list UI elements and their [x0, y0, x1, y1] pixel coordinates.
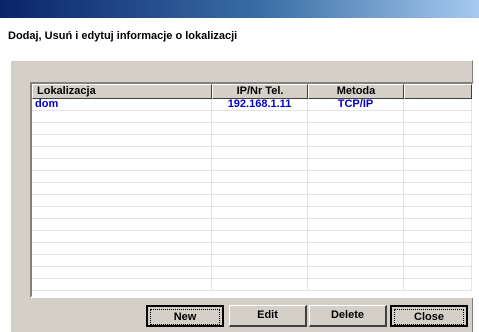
- cell-location: dom: [32, 99, 212, 110]
- empty-cell: [32, 123, 212, 134]
- new-button-label: New: [150, 309, 220, 325]
- empty-cell: [212, 195, 308, 206]
- empty-row: [32, 255, 472, 267]
- empty-cell: [308, 111, 404, 122]
- column-header-address[interactable]: IP/Nr Tel.: [212, 84, 308, 99]
- empty-cell: [212, 231, 308, 242]
- empty-cell: [308, 243, 404, 254]
- edit-button[interactable]: Edit: [229, 305, 307, 327]
- empty-cell: [212, 171, 308, 182]
- empty-cell: [308, 183, 404, 194]
- empty-cell: [308, 279, 404, 290]
- empty-row: [32, 219, 472, 231]
- empty-cell: [212, 159, 308, 170]
- column-header-location[interactable]: Lokalizacja: [32, 84, 212, 99]
- list-body: dom 192.168.1.11 TCP/IP: [32, 99, 472, 291]
- empty-row: [32, 195, 472, 207]
- empty-cell: [404, 195, 472, 206]
- column-header-extra[interactable]: [404, 84, 472, 99]
- empty-cell: [32, 279, 212, 290]
- empty-cell: [212, 279, 308, 290]
- empty-row: [32, 279, 472, 291]
- empty-cell: [32, 207, 212, 218]
- new-button[interactable]: New: [146, 305, 224, 327]
- empty-cell: [404, 255, 472, 266]
- delete-button[interactable]: Delete: [309, 305, 387, 327]
- empty-cell: [212, 207, 308, 218]
- cell-extra: [404, 99, 472, 110]
- close-button[interactable]: Close: [390, 305, 468, 327]
- empty-cell: [32, 243, 212, 254]
- empty-cell: [308, 219, 404, 230]
- content-panel: Lokalizacja IP/Nr Tel. Metoda dom 192.16…: [10, 60, 474, 332]
- empty-cell: [212, 123, 308, 134]
- empty-cell: [404, 219, 472, 230]
- empty-cell: [404, 231, 472, 242]
- empty-row: [32, 183, 472, 195]
- empty-row: [32, 171, 472, 183]
- empty-cell: [404, 159, 472, 170]
- empty-cell: [308, 267, 404, 278]
- empty-cell: [308, 231, 404, 242]
- dialog-subtitle: Dodaj, Usuń i edytuj informacje o lokali…: [8, 30, 238, 42]
- empty-cell: [32, 195, 212, 206]
- empty-row: [32, 267, 472, 279]
- empty-cell: [404, 147, 472, 158]
- empty-cell: [404, 171, 472, 182]
- empty-row: [32, 111, 472, 123]
- empty-cell: [404, 183, 472, 194]
- empty-cell: [32, 219, 212, 230]
- empty-cell: [308, 159, 404, 170]
- empty-cell: [212, 255, 308, 266]
- empty-cell: [212, 267, 308, 278]
- empty-cell: [32, 111, 212, 122]
- empty-row: [32, 123, 472, 135]
- empty-cell: [32, 255, 212, 266]
- empty-cell: [404, 123, 472, 134]
- empty-cell: [308, 195, 404, 206]
- empty-cell: [404, 207, 472, 218]
- empty-cell: [212, 135, 308, 146]
- empty-cell: [32, 171, 212, 182]
- list-header: Lokalizacja IP/Nr Tel. Metoda: [32, 84, 472, 99]
- empty-cell: [404, 111, 472, 122]
- table-row[interactable]: dom 192.168.1.11 TCP/IP: [32, 99, 472, 111]
- column-header-method[interactable]: Metoda: [308, 84, 404, 99]
- close-button-label: Close: [394, 309, 464, 325]
- empty-row: [32, 147, 472, 159]
- empty-cell: [308, 207, 404, 218]
- empty-row: [32, 207, 472, 219]
- empty-cell: [212, 243, 308, 254]
- empty-cell: [404, 279, 472, 290]
- empty-cell: [212, 111, 308, 122]
- empty-cell: [308, 171, 404, 182]
- empty-cell: [212, 147, 308, 158]
- empty-cell: [32, 267, 212, 278]
- empty-cell: [308, 147, 404, 158]
- empty-row: [32, 231, 472, 243]
- empty-cell: [404, 243, 472, 254]
- empty-cell: [32, 159, 212, 170]
- location-list[interactable]: Lokalizacja IP/Nr Tel. Metoda dom 192.16…: [30, 82, 474, 298]
- empty-cell: [32, 135, 212, 146]
- cell-address: 192.168.1.11: [212, 99, 308, 110]
- cell-method: TCP/IP: [308, 99, 404, 110]
- empty-row: [32, 243, 472, 255]
- empty-cell: [308, 255, 404, 266]
- empty-cell: [212, 219, 308, 230]
- title-bar: [0, 0, 479, 18]
- empty-row: [32, 135, 472, 147]
- empty-row: [32, 159, 472, 171]
- empty-cell: [404, 135, 472, 146]
- empty-cell: [308, 135, 404, 146]
- empty-cell: [404, 267, 472, 278]
- empty-cell: [308, 123, 404, 134]
- empty-cell: [212, 183, 308, 194]
- empty-cell: [32, 147, 212, 158]
- empty-cell: [32, 183, 212, 194]
- empty-cell: [32, 231, 212, 242]
